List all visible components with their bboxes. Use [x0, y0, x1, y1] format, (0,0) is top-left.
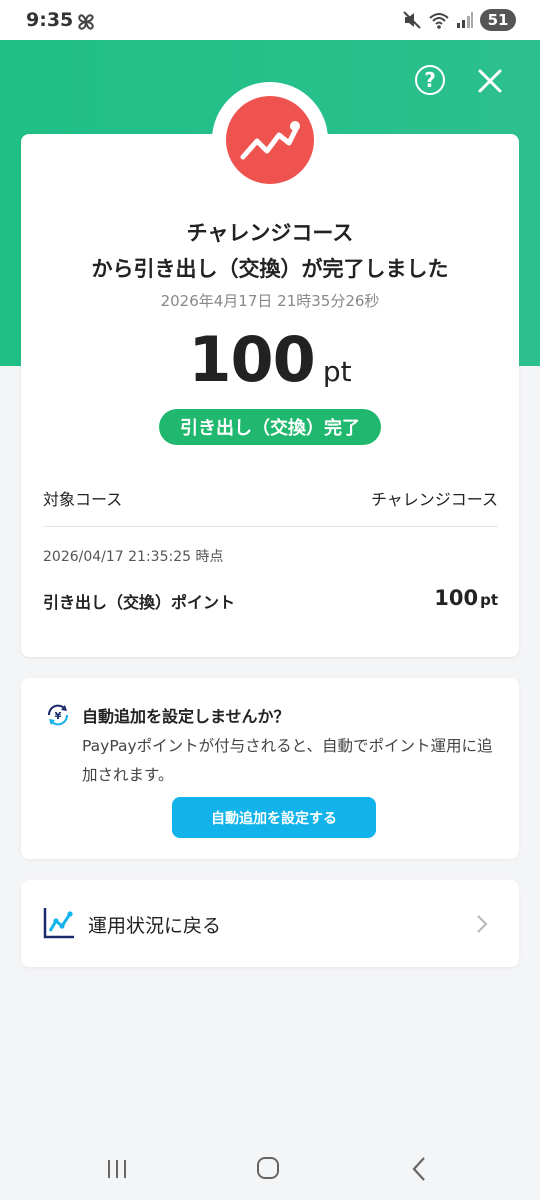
svg-text:¥: ¥ [55, 711, 62, 722]
help-button[interactable]: ? [415, 65, 445, 95]
close-icon[interactable] [475, 66, 505, 96]
auto-add-button[interactable]: 自動追加を設定する [172, 797, 376, 838]
course-badge [212, 82, 328, 198]
status-bar: 9:35 51 [0, 0, 540, 40]
back-to-status-label: 運用状況に戻る [88, 915, 222, 937]
chevron-right-icon [477, 915, 488, 933]
details-timestamp: 2026/04/17 21:35:25 時点 [43, 549, 224, 565]
battery-icon: 51 [480, 9, 516, 31]
help-icon: ? [424, 68, 436, 92]
home-icon[interactable] [256, 1156, 280, 1180]
title-line-1: チャレンジコース [186, 221, 354, 245]
points-label: 引き出し（交換）ポイント [43, 593, 236, 612]
auto-add-icon: ¥ [47, 704, 69, 726]
mute-icon [403, 11, 421, 29]
result-amount: 100 pt [21, 323, 519, 396]
signal-icon [457, 12, 473, 28]
amount-unit: pt [322, 355, 352, 388]
recent-apps-icon[interactable] [104, 1158, 130, 1180]
course-value: チャレンジコース [370, 490, 498, 509]
points-value: 100 pt [434, 586, 498, 610]
points-unit: pt [480, 591, 498, 609]
status-time: 9:35 [26, 9, 74, 31]
back-icon[interactable] [408, 1156, 430, 1182]
details-divider [43, 526, 498, 527]
status-badge: 引き出し（交換）完了 [159, 409, 381, 445]
points-number: 100 [434, 586, 479, 610]
trend-up-icon [240, 121, 300, 160]
result-datetime: 2026年4月17日 21時35分26秒 [160, 292, 380, 310]
auto-add-title: 自動追加を設定しませんか？ [82, 707, 290, 726]
chart-icon [43, 908, 74, 939]
title-line-2: から引き出し（交換）が完了しました [91, 257, 449, 281]
auto-add-description: PayPayポイントが付与されると、自動でポイント運用に追加されます。 [82, 737, 493, 784]
course-label: 対象コース [43, 490, 123, 509]
result-title: チャレンジコース から引き出し（交換）が完了しました [21, 215, 519, 287]
pinwheel-icon [78, 14, 94, 30]
amount-value: 100 [188, 323, 315, 396]
wifi-icon [429, 13, 449, 29]
